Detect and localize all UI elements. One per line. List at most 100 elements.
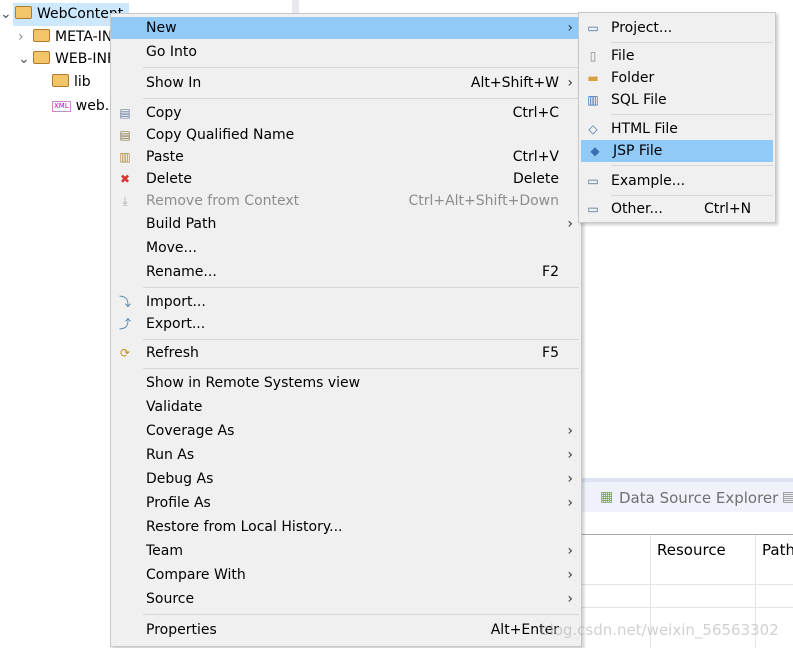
column-header-resource[interactable]: Resource: [657, 541, 726, 559]
new-other-icon: ▭: [587, 202, 599, 216]
menu-item-label: Profile As: [146, 495, 211, 511]
menu-item-compare-with[interactable]: Compare With ›: [111, 564, 581, 586]
menu-separator: [143, 368, 579, 369]
menu-item-label: Example...: [611, 173, 686, 189]
chevron-right-icon: ›: [567, 75, 573, 91]
view-divider: [292, 0, 299, 14]
data-source-explorer-icon: ▦: [600, 489, 614, 505]
chevron-down-icon[interactable]: ⌄: [18, 48, 33, 70]
menu-item-rename[interactable]: Rename... F2: [111, 261, 581, 283]
menu-item-label: JSP File: [613, 143, 663, 159]
context-menu: New › Go Into Show In Alt+Shift+W › ▤ Copy Ctrl+…: [110, 13, 582, 647]
menu-item-restore-from-local-history[interactable]: Restore from Local History...: [111, 516, 581, 538]
menu-item-sql-file[interactable]: ▥ SQL File: [579, 89, 775, 111]
menu-item-import[interactable]: ⤵ Import...: [111, 291, 581, 313]
copy-qualified-icon: ▤: [119, 128, 131, 142]
menu-item-label: Delete: [146, 171, 192, 187]
copy-icon: ▤: [119, 106, 131, 120]
menu-item-label: Remove from Context: [146, 193, 300, 209]
menu-item-validate[interactable]: Validate: [111, 396, 581, 418]
menu-item-run-as[interactable]: Run As ›: [111, 444, 581, 466]
folder-icon: [33, 29, 50, 42]
menu-item-label: Copy: [146, 105, 182, 121]
tree-item-meta-inf[interactable]: › META-INF: [18, 26, 120, 48]
menu-item-export[interactable]: ⤴ Export...: [111, 313, 581, 335]
sql-file-icon: ▥: [587, 93, 599, 107]
tree-item-web-inf[interactable]: ⌄ WEB-INF: [18, 48, 115, 70]
menu-item-project[interactable]: ▭ Project...: [579, 17, 775, 39]
menu-item-debug-as[interactable]: Debug As ›: [111, 468, 581, 490]
menu-item-label: Source: [146, 591, 195, 607]
watermark: blog.csdn.net/weixin_56563302: [540, 621, 779, 639]
menu-item-html-file[interactable]: ◇ HTML File: [579, 118, 775, 140]
menu-item-label: New: [146, 20, 177, 36]
menu-item-label: Folder: [611, 70, 655, 86]
chevron-right-icon: ›: [567, 216, 573, 232]
menu-item-copy[interactable]: ▤ Copy Ctrl+C: [111, 102, 581, 124]
menu-item-other[interactable]: ▭ Other... Ctrl+N: [579, 198, 775, 220]
tree-item-lib[interactable]: lib: [52, 71, 91, 93]
menu-item-label: Paste: [146, 149, 184, 165]
menu-item-label: File: [611, 48, 635, 64]
menu-item-show-in-remote-systems-view[interactable]: Show in Remote Systems view: [111, 372, 581, 394]
tab-data-source-explorer[interactable]: Data Source Explorer: [619, 489, 778, 507]
menu-item-label: Copy Qualified Name: [146, 127, 295, 143]
folder-icon: [15, 6, 32, 19]
menu-item-label: Move...: [146, 240, 197, 256]
menu-item-new[interactable]: New ›: [111, 17, 581, 39]
menu-item-coverage-as[interactable]: Coverage As ›: [111, 420, 581, 442]
menu-item-go-into[interactable]: Go Into: [111, 41, 581, 63]
menu-item-label: Rename...: [146, 264, 217, 280]
menu-separator: [611, 114, 773, 115]
view-icon: ▤: [782, 489, 793, 505]
menu-item-label: Show in Remote Systems view: [146, 375, 361, 391]
view-tab-bar: ▦ Data Source Explorer ▤: [560, 482, 793, 512]
menu-item-label: Compare With: [146, 567, 246, 583]
menu-item-label: Run As: [146, 447, 195, 463]
html-file-icon: ◇: [588, 122, 598, 136]
menu-item-copy-qualified-name[interactable]: ▤ Copy Qualified Name: [111, 124, 581, 146]
menu-item-jsp-file[interactable]: ◆ JSP File: [581, 140, 773, 162]
chevron-right-icon[interactable]: ›: [18, 26, 33, 48]
menu-item-profile-as[interactable]: Profile As ›: [111, 492, 581, 514]
menu-separator: [611, 42, 773, 43]
new-folder-icon: ▬: [587, 71, 599, 85]
chevron-right-icon: ›: [567, 20, 573, 36]
chevron-right-icon: ›: [567, 567, 573, 583]
menu-item-move[interactable]: Move...: [111, 237, 581, 259]
menu-item-folder[interactable]: ▬ Folder: [579, 67, 775, 89]
menu-item-label: HTML File: [611, 121, 678, 137]
menu-separator: [611, 165, 773, 166]
menu-item-remove-from-context[interactable]: ⤓ Remove from Context Ctrl+Alt+Shift+Down: [111, 190, 581, 212]
row-divider: [560, 584, 793, 585]
menu-item-label: Validate: [146, 399, 203, 415]
menu-item-delete[interactable]: ✖ Delete Delete: [111, 168, 581, 190]
menu-item-source[interactable]: Source ›: [111, 588, 581, 610]
menu-item-label: Project...: [611, 20, 673, 36]
folder-icon: [33, 51, 50, 64]
menu-item-example[interactable]: ▭ Example...: [579, 170, 775, 192]
menu-item-file[interactable]: ▯ File: [579, 45, 775, 67]
menu-item-properties[interactable]: Properties Alt+Enter: [111, 619, 581, 641]
remove-context-icon: ⤓: [122, 194, 128, 208]
menu-item-label: Team: [146, 543, 184, 559]
column-header-path[interactable]: Path: [762, 541, 793, 559]
menu-item-build-path[interactable]: Build Path ›: [111, 213, 581, 235]
folder-icon: [52, 74, 69, 87]
table-header-border: [560, 534, 793, 535]
menu-item-label: Export...: [146, 316, 206, 332]
delete-icon: ✖: [119, 172, 131, 186]
paste-icon: ▥: [119, 150, 131, 164]
menu-separator: [143, 339, 579, 340]
new-project-icon: ▭: [587, 21, 599, 35]
tree-item-webcontent[interactable]: ⌄ WebContent: [0, 3, 123, 25]
jsp-file-icon: ◆: [590, 144, 600, 158]
menu-item-show-in[interactable]: Show In Alt+Shift+W ›: [111, 72, 581, 94]
new-file-icon: ▯: [589, 49, 597, 63]
menu-item-team[interactable]: Team ›: [111, 540, 581, 562]
menu-item-refresh[interactable]: ⟳ Refresh F5: [111, 342, 581, 364]
menu-item-shortcut: Ctrl+V: [512, 149, 559, 165]
menu-item-paste[interactable]: ▥ Paste Ctrl+V: [111, 146, 581, 168]
chevron-down-icon[interactable]: ⌄: [0, 3, 15, 25]
new-example-icon: ▭: [587, 174, 599, 188]
